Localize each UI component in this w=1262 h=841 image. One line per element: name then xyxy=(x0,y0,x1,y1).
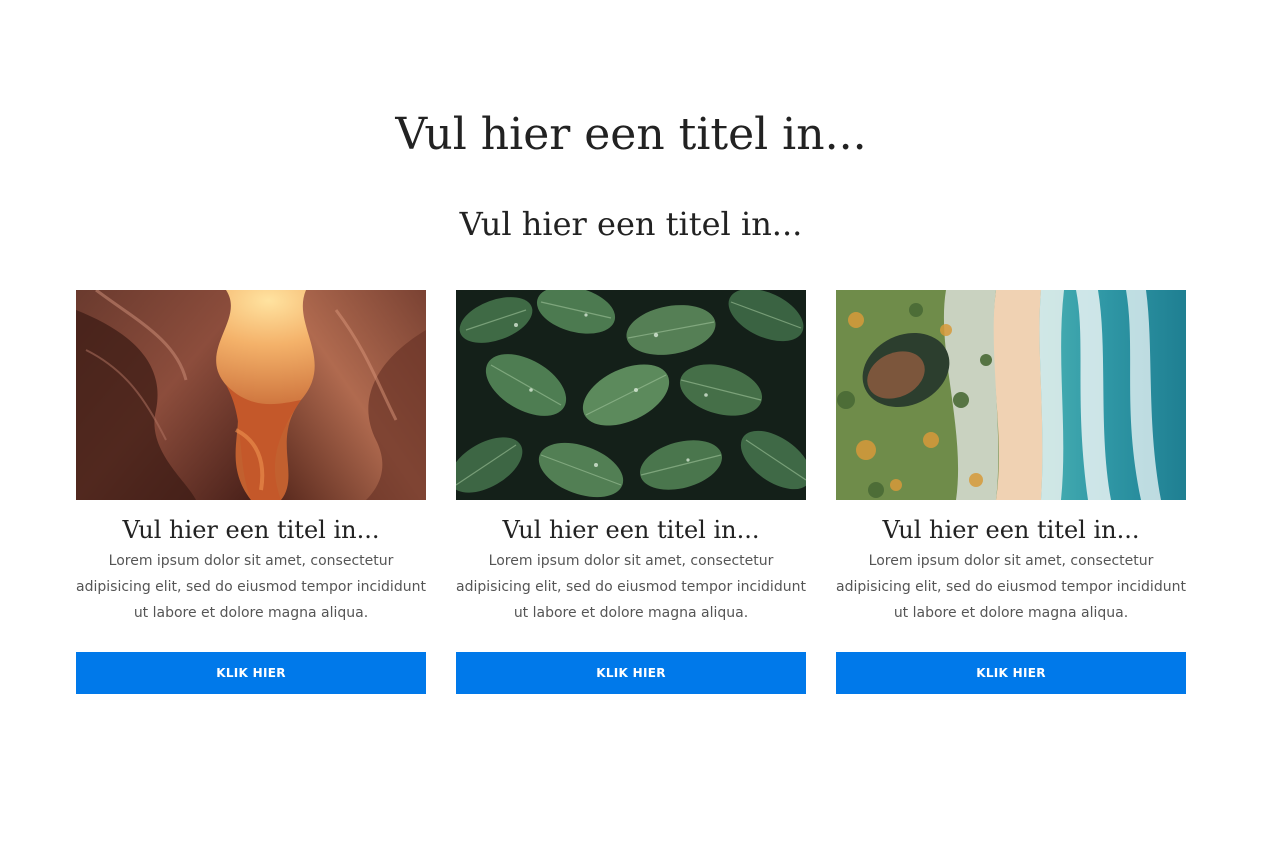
card-text: Lorem ipsum dolor sit amet, consectetur … xyxy=(456,553,806,621)
leaves-photo xyxy=(456,290,806,500)
card-title: Vul hier een titel in... xyxy=(502,516,760,544)
canyon-photo xyxy=(76,290,426,500)
card-beach: Vul hier een titel in... Lorem ipsum dol… xyxy=(836,290,1186,694)
card-title: Vul hier een titel in... xyxy=(122,516,380,544)
beach-aerial-photo xyxy=(836,290,1186,500)
card-title: Vul hier een titel in... xyxy=(882,516,1140,544)
card-text: Lorem ipsum dolor sit amet, consectetur … xyxy=(76,553,426,621)
card-text: Lorem ipsum dolor sit amet, consectetur … xyxy=(836,553,1186,621)
klik-hier-button[interactable]: KLIK HIER xyxy=(76,652,426,694)
card-canyon: Vul hier een titel in... Lorem ipsum dol… xyxy=(76,290,426,694)
page-title: Vul hier een titel in... xyxy=(395,109,867,160)
card-leaves: Vul hier een titel in... Lorem ipsum dol… xyxy=(456,290,806,694)
klik-hier-button[interactable]: KLIK HIER xyxy=(456,652,806,694)
section-subtitle: Vul hier een titel in... xyxy=(459,205,803,243)
klik-hier-button[interactable]: KLIK HIER xyxy=(836,652,1186,694)
